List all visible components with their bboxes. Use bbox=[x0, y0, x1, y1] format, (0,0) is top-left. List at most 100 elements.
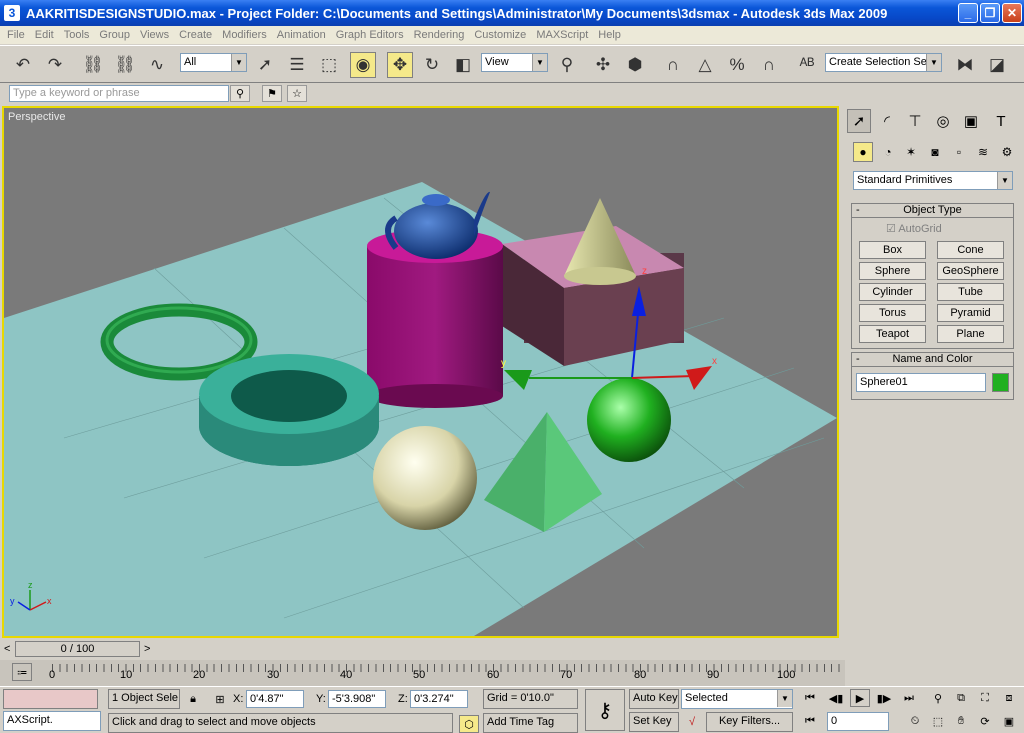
maximize-viewport-icon[interactable]: ▣ bbox=[999, 712, 1019, 730]
maxscript-listener-output[interactable] bbox=[3, 689, 98, 709]
3ds-max-icon[interactable]: 3 bbox=[4, 5, 20, 21]
redo-icon[interactable]: ↷ bbox=[42, 52, 68, 78]
object-color-swatch[interactable] bbox=[992, 373, 1009, 392]
close-button[interactable]: ✕ bbox=[1002, 3, 1022, 23]
maximize-button[interactable]: ❐ bbox=[980, 3, 1000, 23]
time-tag-icon[interactable]: ⬡ bbox=[459, 715, 479, 733]
previous-frame-icon[interactable]: ◀▮ bbox=[826, 689, 846, 707]
utilities-tab-icon[interactable]: T bbox=[989, 109, 1013, 133]
manipulate-icon[interactable]: ✣ bbox=[590, 52, 616, 78]
go-to-end-icon[interactable]: ⏭ bbox=[899, 689, 919, 707]
time-slider-track[interactable]: < 0 / 100 > bbox=[0, 640, 845, 660]
search-input[interactable]: Type a keyword or phrase bbox=[9, 85, 229, 102]
y-coordinate-field[interactable]: -5'3.908" bbox=[328, 690, 386, 708]
keyboard-shortcut-icon[interactable]: ⬢ bbox=[622, 52, 648, 78]
minimize-button[interactable]: _ bbox=[958, 3, 978, 23]
select-arrow-icon[interactable]: ➚ bbox=[252, 52, 278, 78]
geosphere-button[interactable]: GeoSphere bbox=[937, 262, 1004, 280]
hierarchy-tab-icon[interactable]: ⊤ bbox=[903, 109, 927, 133]
autogrid-checkbox[interactable]: ☑ AutoGrid bbox=[886, 222, 942, 235]
menu-create[interactable]: Create bbox=[174, 29, 217, 41]
auto-key-button[interactable]: Auto Key bbox=[629, 689, 679, 709]
selected-sphere-object[interactable] bbox=[587, 378, 671, 462]
time-slider-prev[interactable]: < bbox=[4, 643, 10, 655]
cylinder-object[interactable] bbox=[367, 246, 503, 396]
rectangular-selection-icon[interactable]: ⬚ bbox=[316, 52, 342, 78]
absolute-mode-icon[interactable]: ⊞ bbox=[210, 690, 230, 708]
menu-group[interactable]: Group bbox=[94, 29, 135, 41]
cylinder-button[interactable]: Cylinder bbox=[859, 283, 926, 301]
geometry-icon[interactable]: ● bbox=[853, 142, 873, 162]
undo-icon[interactable]: ↶ bbox=[10, 52, 36, 78]
perspective-viewport[interactable]: Perspective z y x z x y bbox=[2, 106, 839, 638]
teapot-button[interactable]: Teapot bbox=[859, 325, 926, 343]
window-crossing-icon[interactable]: ◉ bbox=[350, 52, 376, 78]
go-to-start-icon[interactable]: ⏮ bbox=[800, 689, 820, 707]
play-icon[interactable]: ▶ bbox=[850, 689, 870, 707]
mirror-icon[interactable]: ⧓ bbox=[952, 52, 978, 78]
bind-space-warp-icon[interactable]: ∿ bbox=[144, 52, 170, 78]
named-selection-set-field[interactable]: Create Selection Set ▼ bbox=[825, 53, 942, 72]
create-tab-icon[interactable]: ➚ bbox=[847, 109, 871, 133]
object-type-header[interactable]: - Object Type bbox=[851, 203, 1014, 218]
time-slider-next[interactable]: > bbox=[144, 643, 150, 655]
search-icon[interactable]: ⚲ bbox=[230, 85, 250, 102]
edit-named-selection-icon[interactable]: ᴬᴮ bbox=[794, 52, 820, 78]
selection-filter-dropdown[interactable]: All ▼ bbox=[180, 53, 247, 72]
set-key-icon[interactable]: ⚷ bbox=[585, 689, 625, 731]
sphere-button[interactable]: Sphere bbox=[859, 262, 926, 280]
sphere-object[interactable] bbox=[373, 426, 477, 530]
x-coordinate-field[interactable]: 0'4.87" bbox=[246, 690, 304, 708]
primitive-type-dropdown[interactable]: Standard Primitives ▼ bbox=[853, 171, 1013, 190]
angle-snap-icon[interactable]: △ bbox=[692, 52, 718, 78]
move-icon[interactable]: ✥ bbox=[387, 52, 413, 78]
time-configuration-icon[interactable]: ⏲ bbox=[905, 712, 925, 730]
default-tangent-icon[interactable]: √ bbox=[682, 713, 702, 731]
z-coordinate-field[interactable]: 0'3.274" bbox=[410, 690, 468, 708]
spinner-snap-icon[interactable]: ∩ bbox=[756, 52, 782, 78]
set-key-button[interactable]: Set Key bbox=[629, 712, 679, 732]
key-mode-toggle-icon[interactable]: ⏮ bbox=[800, 712, 820, 730]
field-of-view-icon[interactable]: ⬚ bbox=[928, 712, 948, 730]
menu-edit[interactable]: Edit bbox=[30, 29, 59, 41]
selection-lock-icon[interactable]: 🔒︎ bbox=[183, 690, 203, 708]
cameras-icon[interactable]: ◙ bbox=[925, 142, 945, 162]
torus-button[interactable]: Torus bbox=[859, 304, 926, 322]
pyramid-button[interactable]: Pyramid bbox=[937, 304, 1004, 322]
menu-tools[interactable]: Tools bbox=[59, 29, 95, 41]
snaps-toggle-icon[interactable]: ∩ bbox=[660, 52, 686, 78]
name-and-color-header[interactable]: - Name and Color bbox=[851, 352, 1014, 367]
systems-icon[interactable]: ⚙ bbox=[997, 142, 1017, 162]
scale-icon[interactable]: ◧ bbox=[450, 52, 476, 78]
zoom-extents-icon[interactable]: ⛶ bbox=[975, 689, 995, 707]
unlink-icon[interactable]: ⛓ bbox=[112, 52, 138, 78]
helpers-icon[interactable]: ▫ bbox=[949, 142, 969, 162]
key-mode-dropdown[interactable]: Selected ▼ bbox=[681, 689, 793, 709]
curve-editor-icon[interactable]: ⩴ bbox=[12, 663, 32, 681]
link-icon[interactable]: ⛓ bbox=[80, 52, 106, 78]
zoom-all-icon[interactable]: ⧉ bbox=[951, 689, 971, 707]
tube-object[interactable] bbox=[199, 354, 379, 466]
shapes-icon[interactable]: ◔ bbox=[878, 142, 898, 162]
menu-rendering[interactable]: Rendering bbox=[409, 29, 470, 41]
menu-graph-editors[interactable]: Graph Editors bbox=[331, 29, 409, 41]
align-icon[interactable]: ◪ bbox=[984, 52, 1010, 78]
pivot-center-icon[interactable]: ⚲ bbox=[554, 52, 580, 78]
favorites-star-icon[interactable]: ☆ bbox=[287, 85, 307, 102]
lights-icon[interactable]: ✶ bbox=[901, 142, 921, 162]
zoom-extents-all-icon[interactable]: ⧈ bbox=[999, 689, 1019, 707]
menu-customize[interactable]: Customize bbox=[469, 29, 531, 41]
reference-coordinate-dropdown[interactable]: View ▼ bbox=[481, 53, 548, 72]
key-filters-button[interactable]: Key Filters... bbox=[706, 712, 793, 732]
menu-maxscript[interactable]: MAXScript bbox=[531, 29, 593, 41]
menu-modifiers[interactable]: Modifiers bbox=[217, 29, 272, 41]
pan-view-icon[interactable]: ✋︎ bbox=[951, 712, 971, 730]
motion-tab-icon[interactable]: ◎ bbox=[931, 109, 955, 133]
box-button[interactable]: Box bbox=[859, 241, 926, 259]
current-frame-field[interactable]: 0 bbox=[827, 712, 889, 731]
display-tab-icon[interactable]: ▣ bbox=[959, 109, 983, 133]
communication-center-icon[interactable]: ⚑ bbox=[262, 85, 282, 102]
select-by-name-icon[interactable]: ☰ bbox=[284, 52, 310, 78]
menu-animation[interactable]: Animation bbox=[272, 29, 331, 41]
object-name-field[interactable]: Sphere01 bbox=[856, 373, 986, 392]
